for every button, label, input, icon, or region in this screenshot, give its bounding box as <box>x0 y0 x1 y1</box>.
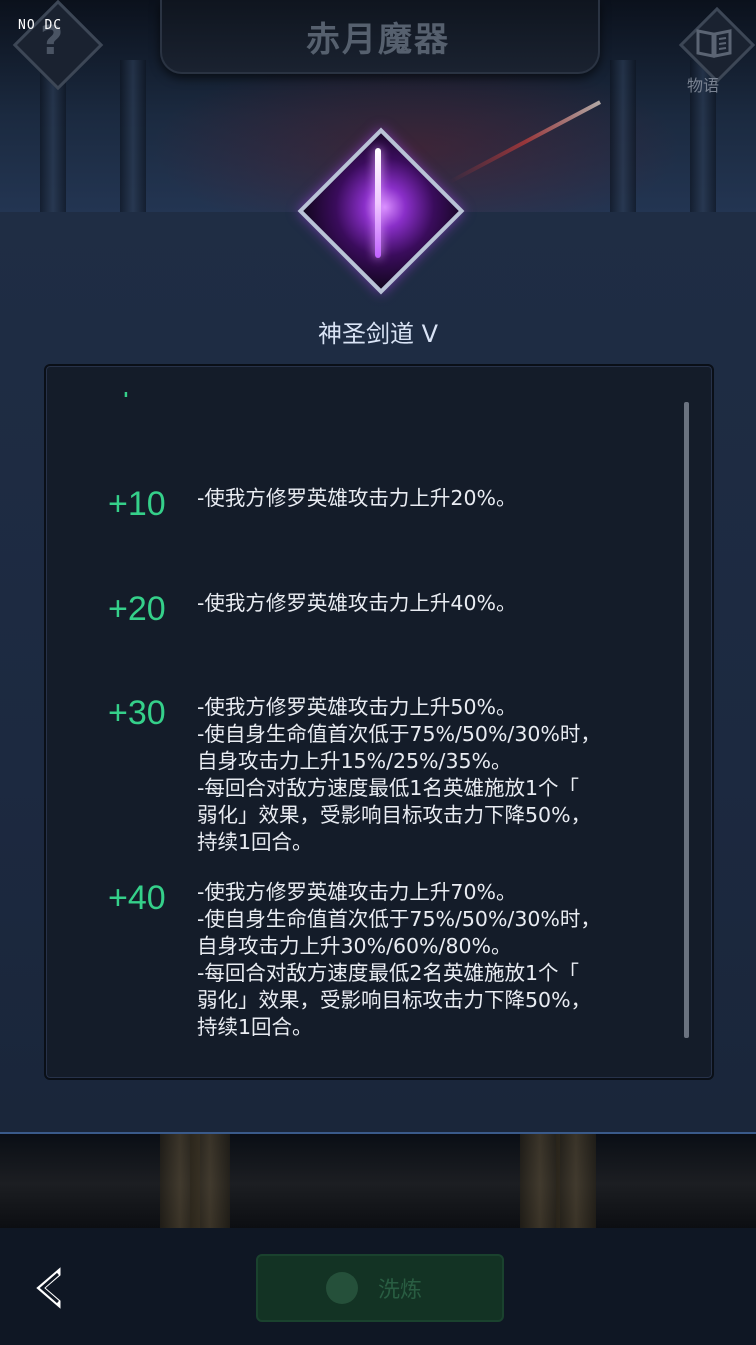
level-number: +40 <box>108 879 166 917</box>
clipped-level-row: + - <box>116 392 156 410</box>
scene-pillar <box>520 1134 560 1234</box>
scene-pillar <box>610 60 636 212</box>
back-button[interactable] <box>28 1260 68 1316</box>
story-label: 物语 <box>686 76 719 95</box>
lower-scene <box>0 1132 756 1234</box>
book-icon <box>696 29 732 58</box>
level-number: +10 <box>108 485 166 523</box>
debug-tag: NO DC <box>18 18 63 33</box>
upgrade-arrow-icon <box>326 1272 358 1304</box>
level-number: +30 <box>108 694 166 732</box>
level-description: -使我方修罗英雄攻击力上升70%。 -使自身生命值首次低于75%/50%/30%… <box>197 880 601 1039</box>
sword-skill-icon <box>297 127 465 295</box>
level-description: -使我方修罗英雄攻击力上升40%。 <box>197 591 517 615</box>
sword-streak-decoration <box>449 100 601 184</box>
clipped-level-num: + - <box>116 392 156 410</box>
scene-pillar <box>120 60 146 212</box>
scene-pillar <box>556 1134 596 1234</box>
level-number: +20 <box>108 590 166 628</box>
page-title: 赤月魔器 <box>306 20 450 60</box>
wash-button[interactable]: 洗炼 <box>256 1254 504 1322</box>
sword-glow-icon <box>375 148 381 258</box>
level-description: -使我方修罗英雄攻击力上升20%。 <box>197 486 517 510</box>
scene-pillar <box>190 1134 230 1234</box>
wash-button-label: 洗炼 <box>378 1278 423 1303</box>
back-arrow-icon <box>31 1260 64 1316</box>
description-scrollbar[interactable] <box>684 402 689 1038</box>
skill-icon-frame[interactable] <box>297 127 465 295</box>
level-description: -使我方修罗英雄攻击力上升50%。 -使自身生命值首次低于75%/50%/30%… <box>197 695 601 854</box>
story-button[interactable] <box>678 6 756 84</box>
skill-name: 神圣剑道 V <box>317 320 439 348</box>
